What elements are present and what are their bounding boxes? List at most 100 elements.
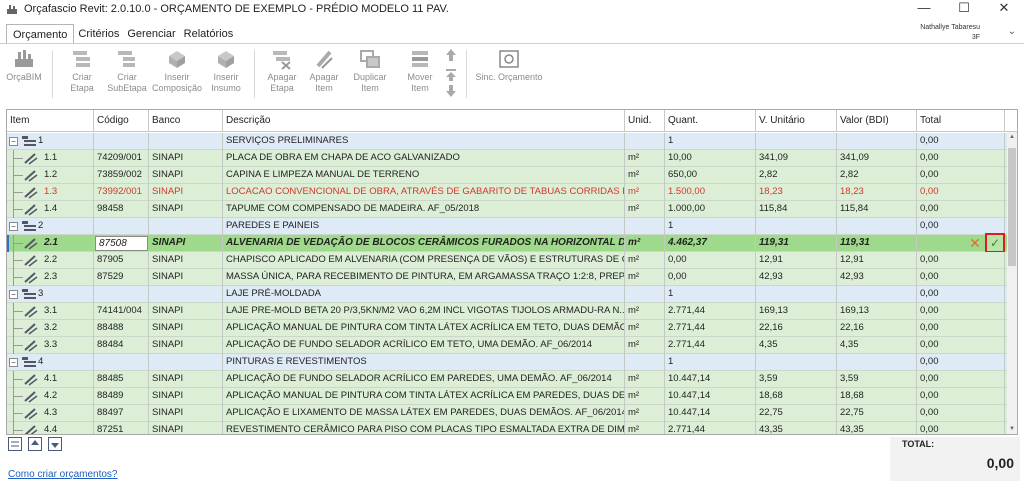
cell-item: 2 — [35, 218, 94, 235]
table-row[interactable]: 1.4 98458 SINAPI TAPUME COM COMPENSADO DE M… — [7, 201, 1007, 218]
cell-item: 1.2 — [41, 167, 94, 184]
stage-folder-icon — [22, 357, 36, 367]
sync-budget-button[interactable]: Sinc. Orçamento — [472, 48, 546, 83]
expand-up-icon[interactable] — [28, 437, 42, 451]
stage-row[interactable]: − 3 LAJE PRÉ-MOLDADA 1 0,00 — [7, 286, 1007, 303]
scroll-up-icon[interactable]: ▲ — [1007, 132, 1017, 142]
cell-item: 4.4 — [41, 422, 94, 434]
column-header-description[interactable]: Descrição — [223, 110, 625, 132]
cell-bdi-value — [837, 354, 917, 371]
cell-total: 0,00 — [917, 303, 1005, 320]
stage-row[interactable]: − 4 PINTURAS E REVESTIMENTOS 1 0,00 — [7, 354, 1007, 371]
move-item-button[interactable]: Mover Item — [400, 48, 440, 94]
collapse-all-icon[interactable] — [8, 437, 22, 451]
close-button[interactable]: ✕ — [984, 0, 1024, 18]
column-header-quantity[interactable]: Quant. — [665, 110, 756, 132]
collapse-toggle-icon[interactable]: − — [9, 358, 18, 367]
column-header-bdi-value[interactable]: Valor (BDI) — [837, 110, 917, 132]
cell-unit-value — [756, 354, 837, 371]
cancel-edit-icon[interactable]: ✕ — [967, 235, 983, 251]
collapse-toggle-icon[interactable]: − — [9, 137, 18, 146]
chevron-down-icon[interactable]: ⌄ — [1008, 26, 1016, 37]
stage-row[interactable]: −2 PAREDES E PAINEIS 1 0,00 — [7, 218, 1007, 235]
delete-stage-button[interactable]: Apagar Etapa — [262, 48, 302, 94]
composition-icon — [24, 408, 38, 420]
collapse-toggle-icon[interactable]: − — [9, 222, 18, 231]
maximize-button[interactable]: ☐ — [944, 0, 984, 18]
cell-code: 74141/004 — [94, 303, 149, 320]
insert-composition-label2: Composição — [151, 83, 203, 93]
move-up-button[interactable] — [444, 48, 458, 65]
cell-code: 74209/001 — [94, 150, 149, 167]
move-item-label2: Item — [411, 83, 429, 93]
table-row[interactable]: 4.3 88497 SINAPI APLICAÇÃO E LIXAMENTO DE M… — [7, 405, 1007, 422]
cell-unit-value — [756, 286, 837, 303]
column-header-unit[interactable]: Unid. — [625, 110, 665, 132]
cell-quantity: 1 — [665, 354, 756, 371]
expand-down-icon[interactable] — [48, 437, 62, 451]
cell-description: REVESTIMENTO CERÂMICO PARA PISO COM PLAC… — [223, 422, 625, 434]
table-row[interactable]: 4.1 88485 SINAPI APLICAÇÃO DE FUNDO SELADOR… — [7, 371, 1007, 388]
table-row[interactable]: 2.1 87508 SINAPI ALVENARIA DE VEDAÇÃO DE BL… — [7, 233, 1007, 253]
column-header-total[interactable]: Total — [917, 110, 1005, 132]
insert-input-icon — [218, 51, 234, 68]
cell-item: 2.1 — [41, 235, 94, 252]
table-row[interactable]: 2.2 87905 SINAPI CHAPISCO APLICADO EM ALVEN… — [7, 252, 1007, 269]
tab-orcamento[interactable]: Orçamento — [6, 24, 75, 44]
column-header-unit-value[interactable]: V. Unitário — [756, 110, 837, 132]
table-row[interactable]: 2.3 87529 SINAPI MASSA ÚNICA, PARA RECEBIME… — [7, 269, 1007, 286]
table-row[interactable]: 1.3 73992/001 SINAPI LOCACAO CONVENCIONAL D… — [7, 184, 1007, 201]
cell-unit-value: 18,23 — [756, 184, 837, 201]
create-stage-button[interactable]: Criar Etapa — [62, 48, 102, 94]
stage-row[interactable]: − 1 SERVIÇOS PRELIMINARES 1 0,00 — [7, 133, 1007, 150]
insert-composition-button[interactable]: Inserir Composição — [150, 48, 204, 94]
cell-quantity: 10.447,14 — [665, 371, 756, 388]
cell-total: 0,00 — [917, 405, 1005, 422]
composition-icon — [24, 323, 38, 335]
duplicate-item-button[interactable]: Duplicar Item — [348, 48, 392, 94]
tab-criterios[interactable]: Critérios — [74, 24, 123, 44]
scrollbar-thumb[interactable] — [1008, 148, 1016, 266]
insert-input-button[interactable]: Inserir Insumo — [206, 48, 246, 94]
cell-unit-value: 22,75 — [756, 405, 837, 422]
cell-unit — [625, 286, 665, 303]
table-row[interactable]: 3.3 88484 SINAPI APLICAÇÃO DE FUNDO SELADOR… — [7, 337, 1007, 354]
table-row[interactable]: 4.2 88489 SINAPI APLICAÇÃO MANUAL DE PINTUR… — [7, 388, 1007, 405]
cell-quantity: 10.447,14 — [665, 405, 756, 422]
vertical-scrollbar[interactable]: ▲ ▼ — [1007, 132, 1017, 434]
code-input[interactable]: 87508 — [95, 236, 148, 251]
cell-code — [94, 133, 149, 150]
cell-bank: SINAPI — [149, 235, 223, 252]
help-link[interactable]: Como criar orçamentos? — [8, 469, 117, 480]
cell-bdi-value: 2,82 — [837, 167, 917, 184]
table-row[interactable]: 4.4 87251 SINAPI REVESTIMENTO CERÂMICO PARA… — [7, 422, 1007, 434]
minimize-button[interactable]: — — [904, 0, 944, 18]
tab-relatorios[interactable]: Relatórios — [180, 24, 238, 44]
cell-bdi-value: 18,23 — [837, 184, 917, 201]
table-row[interactable]: 3.2 88488 SINAPI APLICAÇÃO MANUAL DE PINTUR… — [7, 320, 1007, 337]
column-header-bank[interactable]: Banco — [149, 110, 223, 132]
move-to-top-button[interactable] — [444, 68, 458, 85]
tab-gerenciar[interactable]: Gerenciar — [123, 24, 179, 44]
column-header-item[interactable]: Item — [7, 110, 94, 132]
user-info[interactable]: Nathallye Tabaresu 3F — [920, 23, 980, 43]
create-substage-button[interactable]: Criar SubEtapa — [106, 48, 148, 94]
column-header-code[interactable]: Código — [94, 110, 149, 132]
confirm-edit-icon[interactable]: ✓ — [985, 233, 1005, 253]
cell-item: 1.3 — [41, 184, 94, 201]
cell-bank: SINAPI — [149, 201, 223, 218]
cell-unit: m² — [625, 405, 665, 422]
collapse-toggle-icon[interactable]: − — [9, 290, 18, 299]
orcabim-button[interactable]: OrçaBIM — [4, 48, 44, 83]
create-stage-label1: Criar — [72, 72, 92, 82]
delete-item-button[interactable]: Apagar Item — [304, 48, 344, 94]
move-down-button[interactable] — [444, 84, 458, 101]
table-row[interactable]: 1.1 74209/001 SINAPI PLACA DE OBRA EM CHAPA… — [7, 150, 1007, 167]
cell-bank: SINAPI — [149, 405, 223, 422]
cell-unit-value: 115,84 — [756, 201, 837, 218]
delete-stage-label1: Apagar — [267, 72, 297, 82]
table-row[interactable]: 1.2 73859/002 SINAPI CAPINA E LIMPEZA MANUA… — [7, 167, 1007, 184]
table-row[interactable]: 3.1 74141/004 SINAPI LAJE PRE-MOLD BETA 20 … — [7, 303, 1007, 320]
scroll-down-icon[interactable]: ▼ — [1007, 424, 1017, 434]
cell-quantity: 2.771,44 — [665, 422, 756, 434]
